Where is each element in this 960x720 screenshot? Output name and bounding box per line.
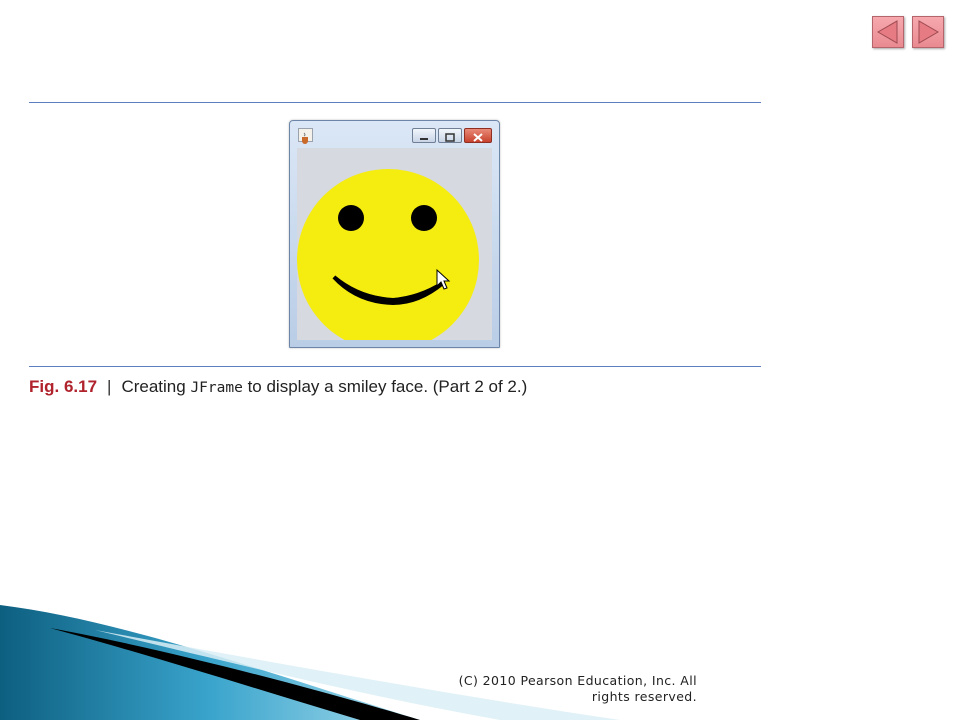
previous-slide-button[interactable]	[872, 16, 904, 48]
caption-separator: |	[107, 377, 112, 396]
copyright-line-1: (C) 2010 Pearson Education, Inc. All	[458, 673, 697, 688]
caption-text-after: to display a smiley face. (Part 2 of 2.)	[247, 377, 528, 396]
left-eye	[338, 205, 364, 231]
bottom-divider	[29, 366, 761, 367]
close-icon	[473, 133, 483, 142]
caption-text-before: Creating	[121, 377, 186, 396]
copyright-notice: (C) 2010 Pearson Education, Inc. All rig…	[440, 673, 697, 705]
window-titlebar[interactable]	[290, 121, 499, 145]
caption-code: JFrame	[190, 380, 243, 396]
window-maximize-button[interactable]	[438, 128, 462, 143]
next-slide-button[interactable]	[912, 16, 944, 48]
window-minimize-button[interactable]	[412, 128, 436, 143]
java-cup-icon	[298, 128, 313, 144]
figure-caption: Fig. 6.17 | Creating JFrame to display a s…	[29, 376, 527, 398]
maximize-icon	[445, 133, 455, 142]
smiley-face	[297, 169, 479, 340]
triangle-left-icon	[877, 20, 898, 44]
face-circle	[297, 169, 479, 340]
window-close-button[interactable]	[464, 128, 492, 143]
triangle-right-icon	[918, 20, 939, 44]
figure-label: Fig. 6.17	[29, 377, 98, 396]
window-content-panel	[297, 148, 492, 340]
right-eye	[411, 205, 437, 231]
copyright-line-2: rights reserved.	[591, 689, 697, 704]
java-window	[289, 120, 500, 348]
minimize-icon	[420, 138, 428, 140]
top-divider	[29, 102, 761, 103]
